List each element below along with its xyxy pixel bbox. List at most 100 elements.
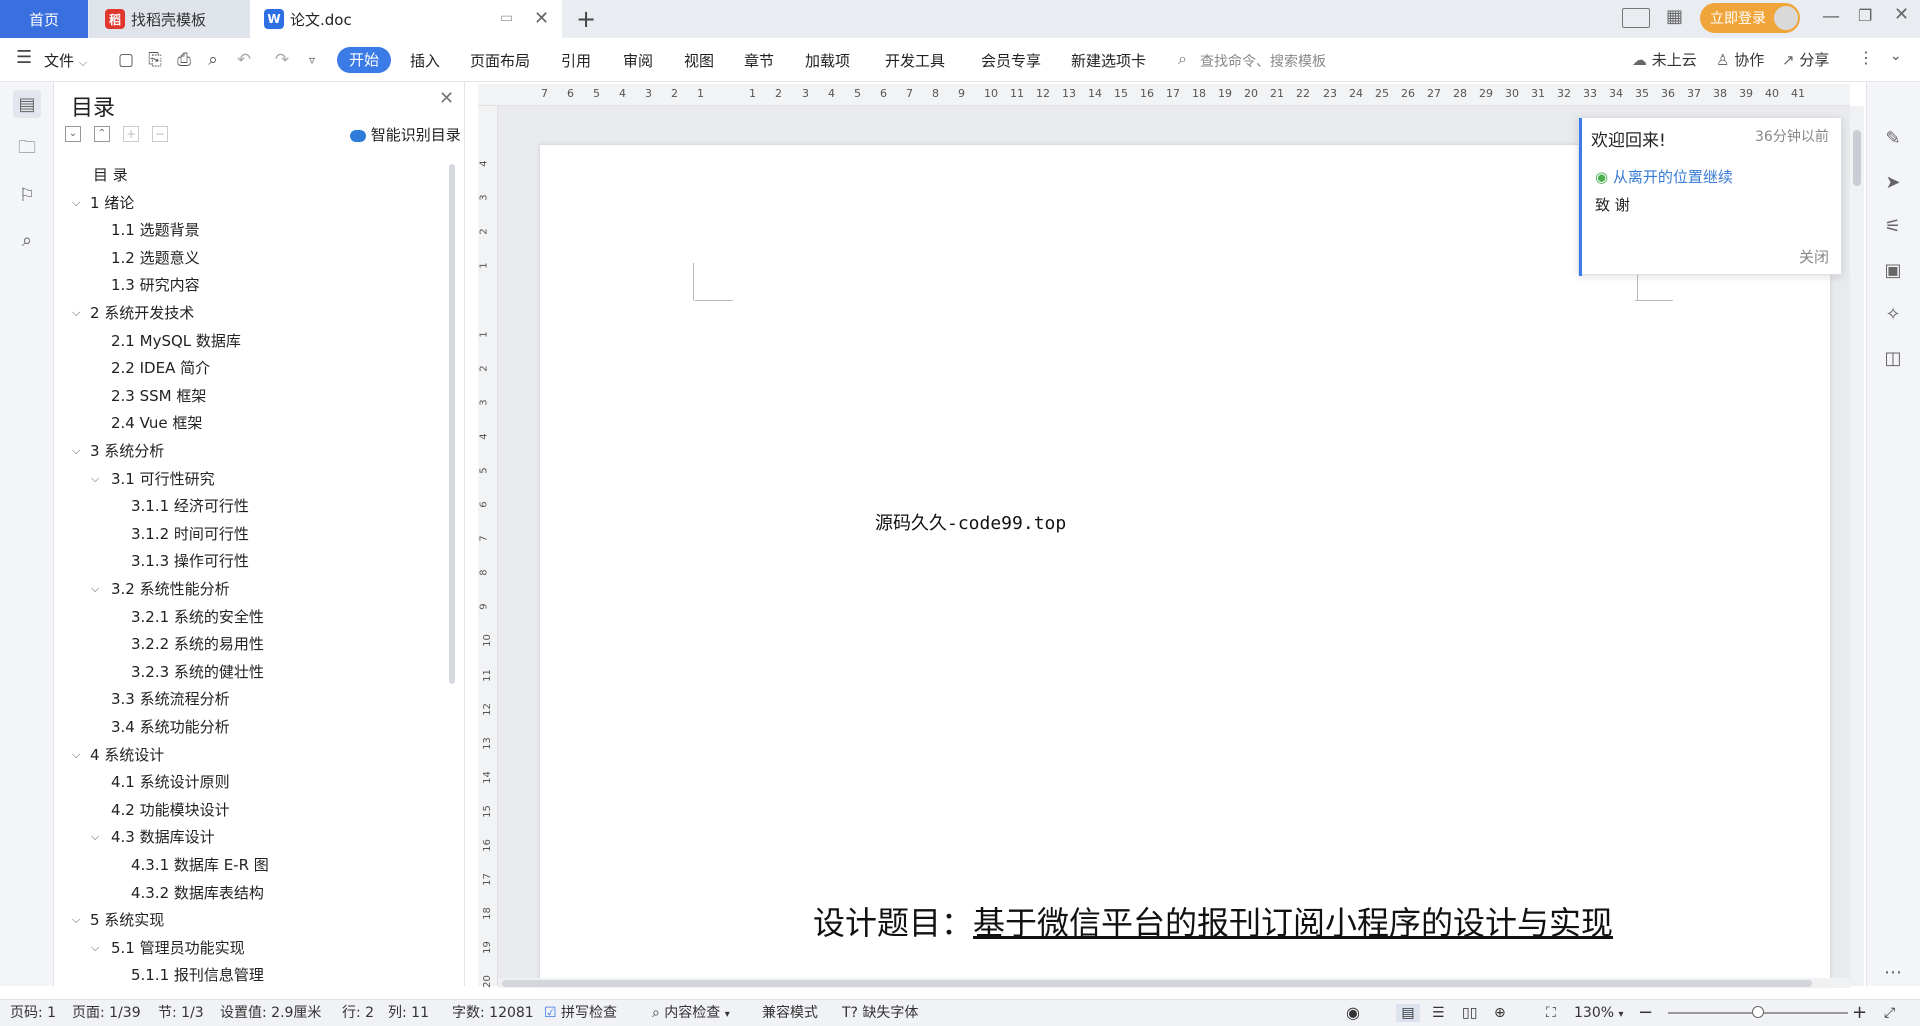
tab-daoke[interactable]: 稻 找稻壳模板	[89, 0, 250, 38]
login-button[interactable]: 立即登录	[1700, 3, 1800, 33]
toc-scrollbar[interactable]	[449, 164, 455, 684]
chevron-down-icon[interactable]: ⌵	[91, 825, 99, 849]
save-icon[interactable]: ▢	[114, 48, 138, 72]
document-hscrollbar[interactable]	[498, 978, 1850, 988]
undo-icon[interactable]: ↶	[232, 48, 256, 72]
bookmark-icon[interactable]: ⚐	[13, 181, 41, 209]
web-view-icon[interactable]: ⊕	[1494, 1004, 1506, 1022]
document-vscrollbar[interactable]	[1850, 106, 1864, 986]
status-words[interactable]: 字数: 12081	[452, 1004, 534, 1022]
toc-item[interactable]: 3.3 系统流程分析	[55, 687, 445, 711]
collapse-all-icon[interactable]: ⌄	[65, 126, 81, 142]
toc-item[interactable]: ⌵ 3 系统分析	[55, 439, 445, 463]
toc-item[interactable]: 3.2.3 系统的健壮性	[55, 660, 445, 684]
pin-tab-icon[interactable]: ▭	[500, 10, 513, 26]
chevron-down-icon[interactable]: ⌵	[72, 439, 80, 463]
toc-item[interactable]: ⌵ 5.1 管理员功能实现	[55, 936, 445, 960]
toc-item[interactable]: 2.1 MySQL 数据库	[55, 329, 445, 353]
status-row[interactable]: 行: 2	[342, 1004, 374, 1022]
smart-toc-button[interactable]: 智能识别目录	[350, 124, 461, 145]
popup-close-button[interactable]: 关闭	[1799, 246, 1829, 267]
edit-pen-icon[interactable]: ✎	[1879, 124, 1907, 152]
content-check-button[interactable]: ⌕ 内容检查 ▾	[652, 1004, 730, 1022]
toc-nav-icon[interactable]: ▤	[13, 90, 41, 118]
more-options-icon[interactable]: ⋮	[1858, 48, 1874, 67]
customize-toolbar-icon[interactable]: ▿	[300, 48, 324, 72]
zoom-in-icon[interactable]: +	[1852, 1004, 1867, 1022]
find-icon[interactable]: ⌕	[13, 226, 41, 254]
chevron-down-icon[interactable]: ⌵	[91, 577, 99, 601]
toc-item[interactable]: 3.1.1 经济可行性	[55, 494, 445, 518]
missing-font-button[interactable]: T? 缺失字体	[842, 1004, 918, 1022]
tab-references[interactable]: 引用	[561, 49, 591, 73]
toc-item[interactable]: 1.3 研究内容	[55, 273, 445, 297]
book-reader-icon[interactable]: ◫	[1879, 344, 1907, 372]
tab-insert[interactable]: 插入	[410, 49, 440, 73]
toc-item[interactable]: 4.1 系统设计原则	[55, 770, 445, 794]
add-heading-icon[interactable]: +	[123, 126, 139, 142]
status-page[interactable]: 页面: 1/39	[72, 1004, 141, 1022]
print-preview-icon[interactable]: ⌕	[201, 48, 225, 72]
tab-view[interactable]: 视图	[684, 49, 714, 73]
toc-item[interactable]: 3.4 系统功能分析	[55, 715, 445, 739]
toc-item[interactable]: ⌵ 3.1 可行性研究	[55, 467, 445, 491]
toc-item[interactable]: 目 录	[55, 163, 445, 187]
zoom-level[interactable]: 130% ▾	[1574, 1004, 1624, 1022]
ai-assistant-icon[interactable]: ✧	[1879, 300, 1907, 328]
toc-item[interactable]: 2.4 Vue 框架	[55, 411, 445, 435]
minimize-icon[interactable]: —	[1822, 6, 1840, 27]
toc-item[interactable]: 3.2.2 系统的易用性	[55, 632, 445, 656]
tab-addins[interactable]: 加载项	[805, 49, 850, 73]
toc-item[interactable]: 4.2 功能模块设计	[55, 798, 445, 822]
collapse-ribbon-icon[interactable]: ⌄	[1890, 48, 1902, 64]
cloud-status-button[interactable]: ☁ 未上云	[1632, 49, 1697, 70]
expand-all-icon[interactable]: ⌃	[94, 126, 110, 142]
chevron-down-icon[interactable]: ⌵	[91, 936, 99, 960]
close-panel-icon[interactable]: ✕	[439, 88, 454, 109]
toc-item[interactable]: 2.2 IDEA 简介	[55, 356, 445, 380]
remove-heading-icon[interactable]: −	[152, 126, 168, 142]
menu-hamburger-icon[interactable]: ☰	[16, 47, 32, 68]
status-setting[interactable]: 设置值: 2.9厘米	[220, 1004, 321, 1022]
toc-item[interactable]: 4.3.2 数据库表结构	[55, 881, 445, 905]
tab-member[interactable]: 会员专享	[981, 49, 1041, 73]
eye-protection-icon[interactable]: ◉	[1346, 1004, 1360, 1022]
vscroll-thumb[interactable]	[1853, 130, 1861, 186]
reading-view-icon[interactable]: ▯▯	[1462, 1004, 1477, 1022]
close-window-icon[interactable]: ✕	[1894, 4, 1909, 25]
more-tools-icon[interactable]: ⋯	[1879, 958, 1907, 986]
status-section[interactable]: 节: 1/3	[158, 1004, 204, 1022]
hscroll-thumb[interactable]	[502, 980, 1812, 987]
tab-start[interactable]: 开始	[337, 47, 391, 73]
toc-item[interactable]: ⌵ 3.2 系统性能分析	[55, 577, 445, 601]
toc-item[interactable]: ⌵ 4 系统设计	[55, 743, 445, 767]
tab-home[interactable]: 首页	[0, 0, 88, 38]
spell-check-button[interactable]: ☑ 拼写检查	[544, 1004, 617, 1022]
redo-icon[interactable]: ↷	[270, 48, 294, 72]
status-page-code[interactable]: 页码: 1	[10, 1004, 56, 1022]
chevron-down-icon[interactable]: ⌵	[72, 743, 80, 767]
toc-item[interactable]: 3.2.1 系统的安全性	[55, 605, 445, 629]
toc-item[interactable]: ⌵ 4.3 数据库设计	[55, 825, 445, 849]
collab-button[interactable]: ♙ 协作	[1716, 49, 1764, 70]
zoom-out-icon[interactable]: −	[1638, 1004, 1653, 1022]
continue-reading-link[interactable]: ◉ 从离开的位置继续	[1595, 166, 1733, 187]
tab-developer[interactable]: 开发工具	[885, 49, 945, 73]
restore-icon[interactable]: ❐	[1858, 6, 1872, 25]
print-icon[interactable]: ⎙	[172, 48, 196, 72]
image-tool-icon[interactable]: ▣	[1879, 256, 1907, 284]
zoom-slider-thumb[interactable]	[1752, 1006, 1764, 1018]
fullscreen-icon[interactable]: ⤢	[1884, 1004, 1895, 1022]
page-view-icon[interactable]: ▤	[1396, 1004, 1420, 1022]
tab-review[interactable]: 审阅	[623, 49, 653, 73]
select-pointer-icon[interactable]: ➤	[1879, 168, 1907, 196]
toc-item[interactable]: ⌵ 2 系统开发技术	[55, 301, 445, 325]
status-col[interactable]: 列: 11	[388, 1004, 429, 1022]
adjust-sliders-icon[interactable]: ⚟	[1879, 212, 1907, 240]
toc-item[interactable]: 5.1.1 报刊信息管理	[55, 963, 445, 983]
fit-page-icon[interactable]: ⛶	[1546, 1004, 1556, 1022]
chevron-down-icon[interactable]: ⌵	[72, 191, 80, 215]
chapter-nav-icon[interactable]: 🗀	[13, 136, 41, 164]
toc-item[interactable]: 3.1.3 操作可行性	[55, 549, 445, 573]
file-menu[interactable]: 文件 ⌵	[44, 49, 87, 73]
